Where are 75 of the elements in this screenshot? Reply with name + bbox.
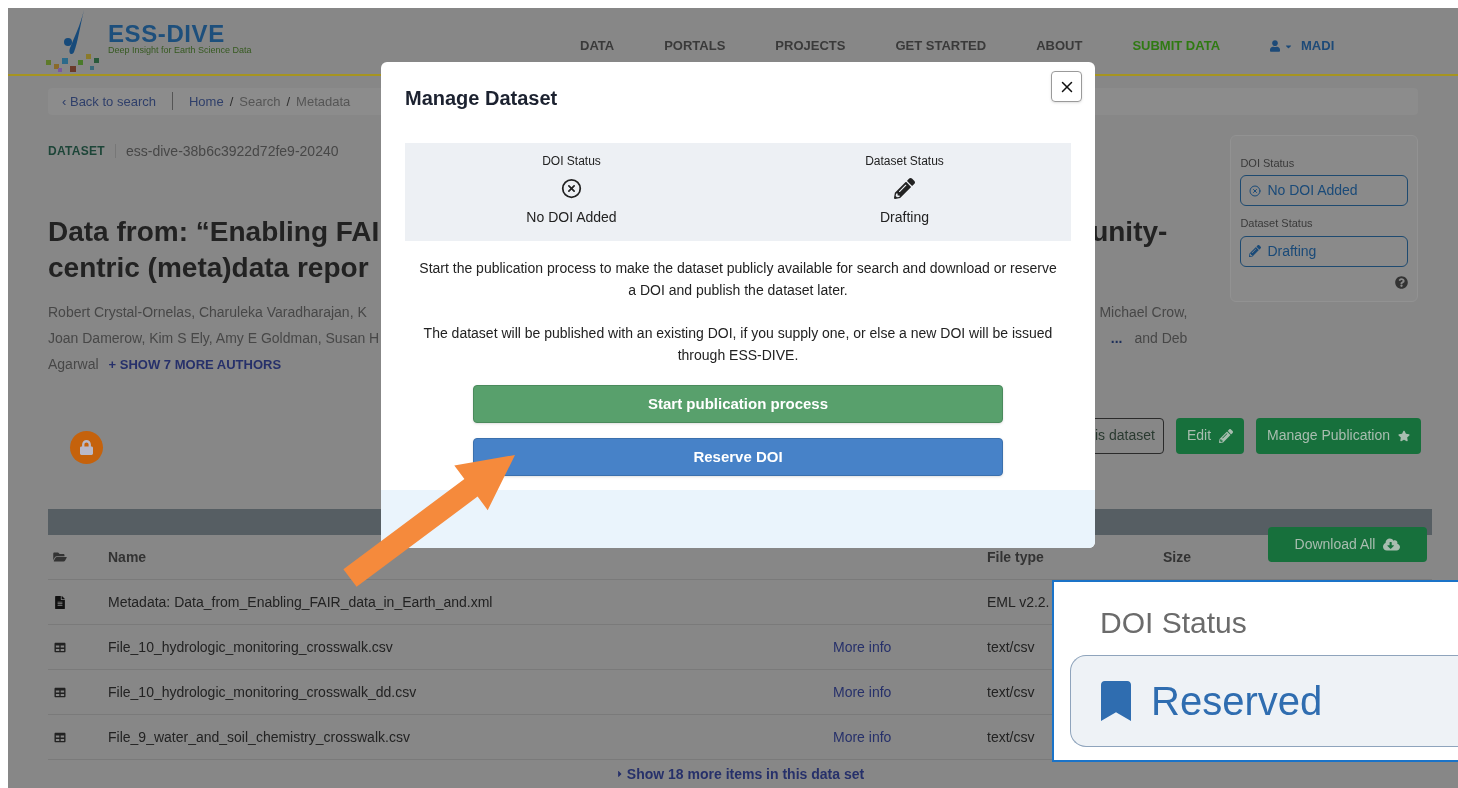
status-label: Dataset Status xyxy=(1240,216,1314,231)
nav-link[interactable]: ABOUT xyxy=(1036,36,1083,56)
breadcrumb-separator: / xyxy=(286,92,291,111)
more-info-link[interactable]: More info xyxy=(833,726,892,748)
dataset-title: centric (meta)data repor xyxy=(48,250,369,285)
back-link[interactable]: ‹ Back to search xyxy=(62,91,156,111)
dataset-title: unity- xyxy=(1091,214,1168,249)
column-header: Name xyxy=(108,547,147,567)
file-type: text/csv xyxy=(987,682,1035,702)
ellipsis-button[interactable]: ... xyxy=(1110,328,1123,349)
table-icon xyxy=(54,731,66,743)
pencil-icon xyxy=(894,178,915,199)
file-name[interactable]: File_10_hydrologic_monitoring_crosswalk_dd.csv xyxy=(108,681,417,703)
nav-link[interactable]: PORTALS xyxy=(664,36,726,56)
folder-icon xyxy=(53,551,67,563)
nav-link[interactable]: PROJECTS xyxy=(775,36,846,56)
file-type: EML v2.2. xyxy=(987,592,1050,612)
status-label: DOI Status xyxy=(542,153,601,170)
author-list: and Deb xyxy=(1134,328,1188,349)
table-icon xyxy=(54,641,66,653)
status-badge: Drafting xyxy=(1240,235,1408,267)
author-list: Joan Damerow, Kim S Ely, Amy E Goldman, Susan H xyxy=(48,328,380,349)
logo-wordmark: ESS-DIVE xyxy=(108,21,225,46)
close-button[interactable] xyxy=(1051,71,1082,102)
nav-link[interactable]: GET STARTED xyxy=(895,36,987,56)
file-name[interactable]: File_9_water_and_soil_chemistry_crosswalk.csv xyxy=(108,726,410,748)
download-all-button[interactable]: Download All xyxy=(1268,527,1427,562)
show-more-items-link[interactable]: Show 18 more items in this data set xyxy=(615,763,865,785)
column-header: Size xyxy=(1163,547,1191,567)
dialog-text: Start the publication process to make the dataset publicly available for search and download or reserve a DOI and publish the dataset later. xyxy=(418,259,1058,300)
more-info-link[interactable]: More info xyxy=(833,681,892,703)
status-value: Drafting xyxy=(880,208,929,227)
reserve-doi-button[interactable]: Reserve DOI xyxy=(473,438,1003,476)
dialog-text: The dataset will be published with an existing DOI, if you supply one, or else a new DOI will be issued through ESS-DIVE. xyxy=(422,324,1054,365)
table-icon xyxy=(54,686,66,698)
edit-button[interactable]: Edit xyxy=(1175,417,1244,454)
dataset-title: Data from: “Enabling FAI xyxy=(48,214,380,249)
author-list: Robert Crystal-Ornelas, Charuleka Varadharajan, K xyxy=(48,302,367,323)
star-icon xyxy=(1398,429,1410,442)
manage-publication-button[interactable]: Manage Publication xyxy=(1256,417,1421,454)
user-menu[interactable]: MADI xyxy=(1270,36,1335,56)
document-icon xyxy=(55,595,65,609)
show-more-authors-link[interactable]: + SHOW 7 MORE AUTHORS xyxy=(108,354,282,375)
nav-link[interactable]: DATA xyxy=(580,36,615,56)
bookmark-icon xyxy=(1101,681,1131,721)
author-list: Michael Crow, xyxy=(1099,302,1188,323)
author-list: Agarwal xyxy=(48,354,99,375)
status-label: Dataset Status xyxy=(865,153,944,170)
dataset-label: DATASET xyxy=(48,143,105,160)
column-header: File type xyxy=(987,547,1044,567)
dialog-title: Manage Dataset xyxy=(405,86,558,111)
circle-x-icon xyxy=(1249,184,1262,197)
help-icon[interactable] xyxy=(1395,275,1408,289)
status-value: No DOI Added xyxy=(526,208,617,227)
breadcrumb-separator: / xyxy=(229,92,234,111)
status-badge: Reserved xyxy=(1070,655,1458,747)
breadcrumb-link[interactable]: Home xyxy=(188,91,224,111)
circle-x-icon xyxy=(561,178,582,199)
callout-label: DOI Status xyxy=(1100,605,1248,641)
logo-tagline: Deep Insight for Earth Science Data xyxy=(108,45,252,55)
file-name[interactable]: File_10_hydrologic_monitoring_crosswalk.csv xyxy=(108,636,393,658)
pencil-icon xyxy=(1219,428,1233,443)
more-info-link[interactable]: More info xyxy=(833,636,892,658)
file-type: text/csv xyxy=(987,727,1035,747)
status-label: DOI Status xyxy=(1240,155,1296,171)
lock-icon xyxy=(70,431,103,464)
cloud-download-icon xyxy=(1383,537,1401,552)
file-name[interactable]: Metadata: Data_from_Enabling_FAIR_data_in_Earth_and.xml xyxy=(108,591,493,613)
status-badge: No DOI Added xyxy=(1240,175,1408,206)
start-publication-button[interactable]: Start publication process xyxy=(473,385,1003,423)
file-type: text/csv xyxy=(987,637,1035,657)
dataset-id: ess-dive-38b6c3922d72fe9-20240 xyxy=(126,141,339,161)
pencil-icon xyxy=(1249,245,1262,257)
user-icon xyxy=(1270,40,1281,52)
caret-icon xyxy=(615,769,624,779)
